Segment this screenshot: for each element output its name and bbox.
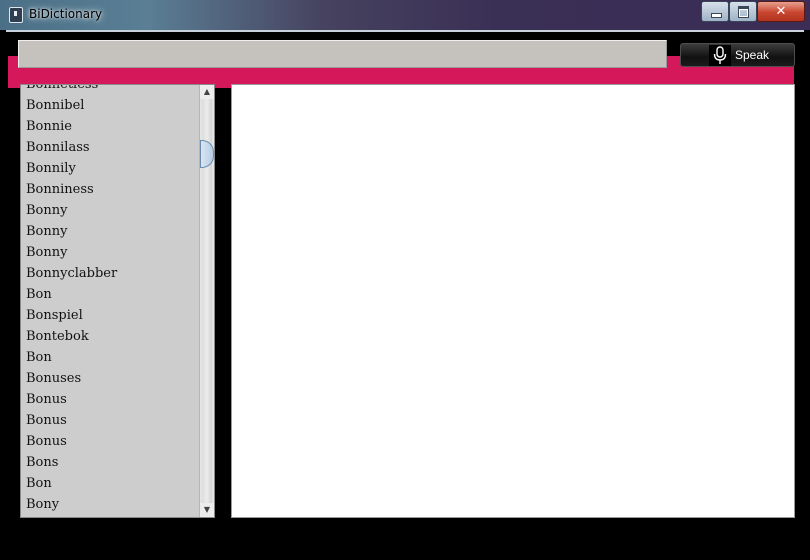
scroll-up-arrow-icon[interactable]: ▲	[200, 85, 214, 99]
list-item[interactable]: Bonny	[21, 221, 201, 242]
minimize-button[interactable]	[701, 1, 729, 22]
word-list-items: Bonnetless Bonnibel Bonnie Bonnilass Bon…	[21, 85, 201, 515]
list-item[interactable]: Bonniness	[21, 179, 201, 200]
maximize-button[interactable]	[729, 1, 757, 22]
window-title: BiDictionary	[29, 7, 103, 21]
list-item[interactable]: Bonnetless	[21, 85, 201, 95]
app-book-icon	[9, 7, 23, 23]
close-button[interactable]: ✕	[757, 1, 805, 22]
list-item[interactable]: Bon	[21, 284, 201, 305]
minimize-icon	[711, 13, 722, 18]
word-list[interactable]: Bonnetless Bonnibel Bonnie Bonnilass Bon…	[20, 84, 215, 518]
maximize-icon	[738, 6, 749, 18]
list-item[interactable]: Bons	[21, 452, 201, 473]
speak-button-label: Speak	[735, 48, 770, 62]
list-item[interactable]: Bonnily	[21, 158, 201, 179]
list-item[interactable]: Bonny	[21, 200, 201, 221]
list-item[interactable]: Bonnilass	[21, 137, 201, 158]
speak-button[interactable]: Speak	[680, 43, 795, 67]
list-item[interactable]: Bonuses	[21, 368, 201, 389]
close-icon: ✕	[775, 4, 787, 19]
list-item[interactable]: Bonnibel	[21, 95, 201, 116]
list-item[interactable]: Bonny	[21, 242, 201, 263]
definition-panel	[231, 84, 795, 518]
list-item[interactable]: Bony	[21, 494, 201, 515]
list-item[interactable]: Bonspiel	[21, 305, 201, 326]
list-item[interactable]: Bon	[21, 347, 201, 368]
list-item[interactable]: Bonus	[21, 389, 201, 410]
list-item[interactable]: Bon	[21, 473, 201, 494]
list-item[interactable]: Bonnie	[21, 116, 201, 137]
title-bar: BiDictionary ✕	[0, 0, 810, 30]
microphone-icon	[709, 45, 731, 66]
word-list-scrollbar[interactable]: ▲ ▼	[199, 85, 214, 517]
list-item[interactable]: Bonnyclabber	[21, 263, 201, 284]
list-item[interactable]: Bontebok	[21, 326, 201, 347]
scroll-down-arrow-icon[interactable]: ▼	[200, 503, 214, 517]
list-item[interactable]: Bonus	[21, 410, 201, 431]
list-item[interactable]: Bonus	[21, 431, 201, 452]
search-input[interactable]	[18, 40, 667, 68]
